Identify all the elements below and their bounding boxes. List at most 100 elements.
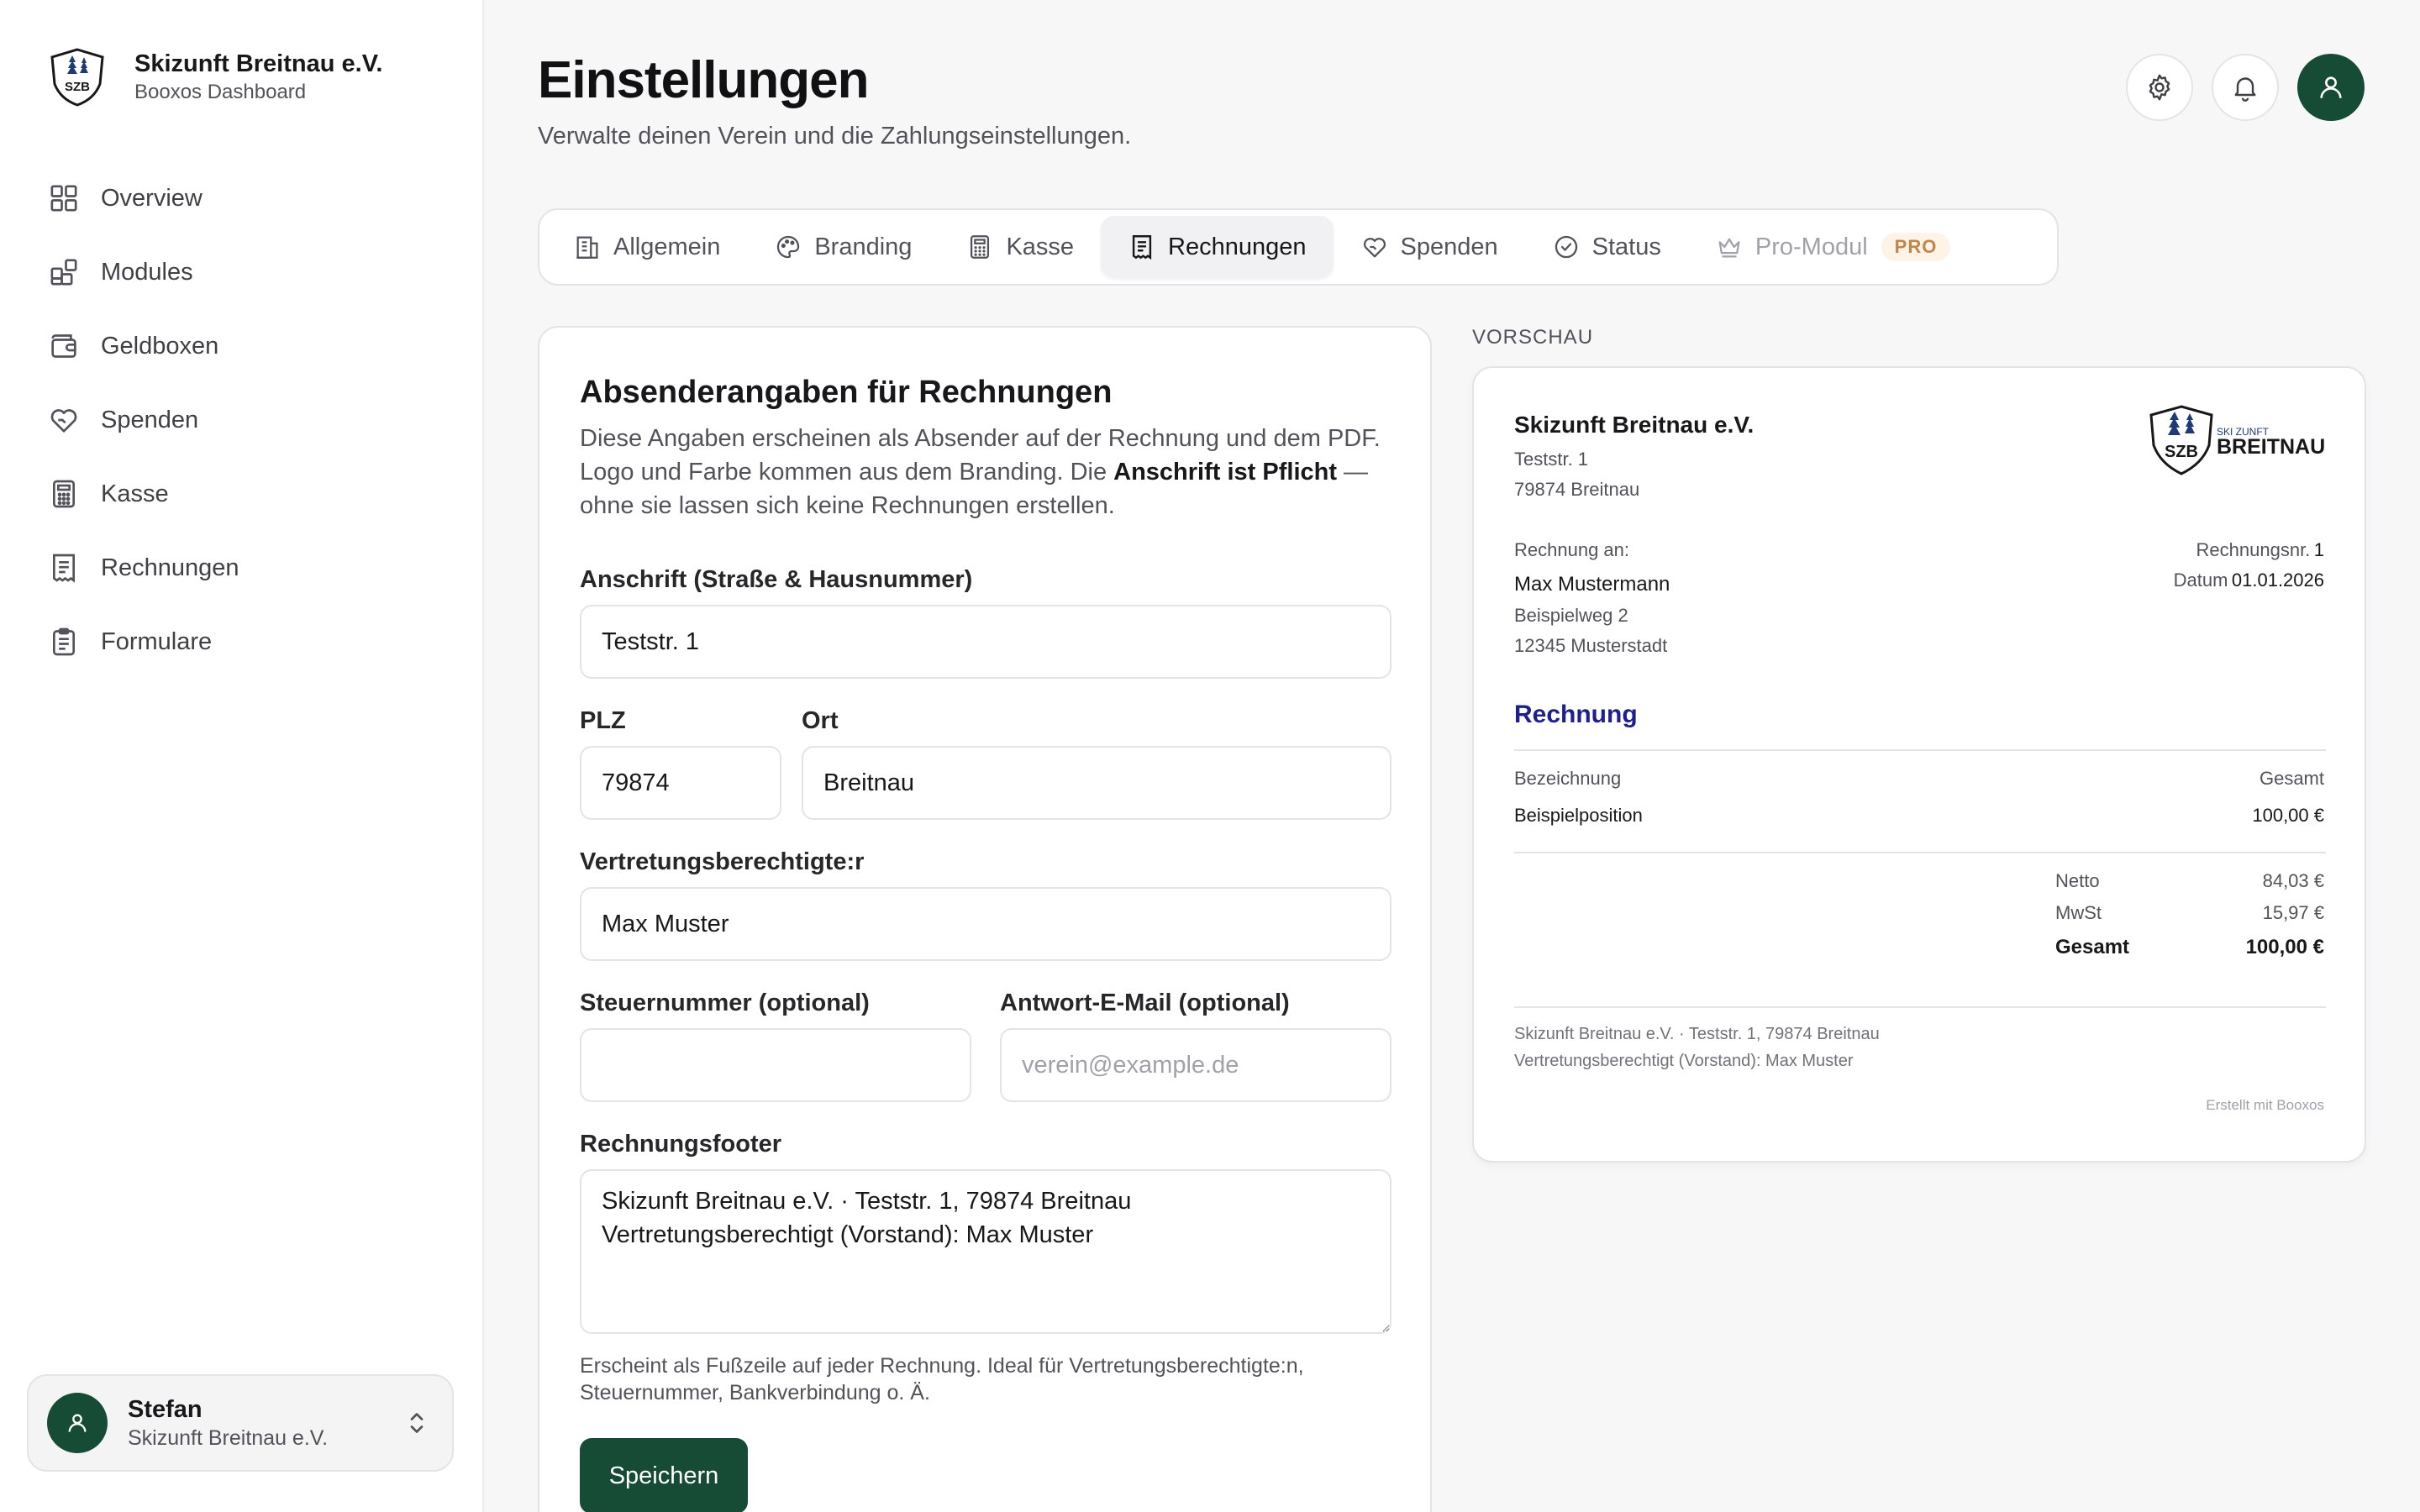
invoice-sender-form: Absenderangaben für Rechnungen Diese Ang…: [538, 326, 1432, 1512]
required-note: Anschrift ist Pflicht: [1113, 459, 1337, 486]
svg-text:SZB: SZB: [65, 80, 90, 94]
tab-allgemein[interactable]: Allgemein: [546, 216, 747, 278]
col-total: Gesamt: [2259, 768, 2324, 789]
preview-org-street: Teststr. 1: [1514, 449, 1589, 470]
user-name: Stefan: [128, 1396, 203, 1423]
tab-label: Rechnungen: [1168, 233, 1307, 260]
divider: [1514, 749, 2326, 751]
tab-label: Kasse: [1006, 233, 1075, 260]
bell-icon: [2234, 77, 2256, 102]
preview-club-logo: SZB SKI ZUNFT BREITNAU: [2149, 405, 2325, 475]
invoice-preview: Skizunft Breitnau e.V. Teststr. 1 79874 …: [1472, 366, 2366, 1163]
sidebar-item-geldboxen[interactable]: Geldboxen: [47, 309, 450, 383]
form-title: Absenderangaben für Rechnungen: [580, 375, 1113, 410]
address-input[interactable]: [580, 605, 1392, 679]
calculator-icon: [971, 235, 990, 259]
bill-to-label: Rechnung an:: [1514, 539, 1629, 560]
building-icon: [576, 236, 598, 259]
page-title: Einstellungen: [538, 51, 869, 109]
wallet-icon: [51, 334, 76, 358]
tab-rechnungen[interactable]: Rechnungen: [1101, 216, 1334, 278]
calculator-icon: [53, 480, 75, 508]
user-switcher[interactable]: Stefan Skizunft Breitnau e.V.: [27, 1374, 454, 1472]
form-description: Diese Angaben erscheinen als Absender au…: [580, 425, 1381, 519]
reply-email-input[interactable]: [1000, 1028, 1392, 1102]
mwst-value: 15,97 €: [2262, 902, 2324, 923]
heart-hand-icon: [1363, 238, 1386, 258]
svg-text:BREITNAU: BREITNAU: [2217, 435, 2325, 459]
preview-footer-line1: Skizunft Breitnau e.V. · Teststr. 1, 798…: [1514, 1025, 1880, 1043]
made-with-note: Erstellt mit Booxos: [2206, 1097, 2324, 1113]
preview-label: VORSCHAU: [1472, 326, 1594, 349]
invoice-number: Rechnungsnr. 1: [2196, 539, 2324, 560]
gesamt-value: 100,00 €: [2245, 936, 2324, 958]
settings-button[interactable]: [2126, 54, 2193, 121]
netto-value: 84,03 €: [2262, 870, 2324, 891]
receipt-icon: [1132, 235, 1152, 260]
invoice-footer-textarea[interactable]: Skizunft Breitnau e.V. · Teststr. 1, 798…: [580, 1169, 1392, 1334]
page-subtitle: Verwalte deinen Verein und die Zahlungse…: [538, 123, 1132, 150]
divider: [1514, 852, 2326, 853]
sidebar-item-formulare[interactable]: Formulare: [47, 605, 450, 679]
settings-tabs: Allgemein Branding Kasse Rechnungen Spen…: [538, 208, 2059, 286]
modules-icon: [50, 259, 77, 286]
line-item-name: Beispielposition: [1514, 805, 1643, 826]
sidebar-item-label: Kasse: [101, 480, 169, 507]
tab-label: Allgemein: [613, 233, 721, 260]
sidebar-item-overview[interactable]: Overview: [47, 161, 450, 235]
clipboard-icon: [53, 627, 75, 656]
user-org: Skizunft Breitnau e.V.: [128, 1426, 329, 1450]
address-label: Anschrift (Straße & Hausnummer): [580, 566, 973, 593]
mwst-label: MwSt: [2055, 902, 2102, 923]
sidebar-item-rechnungen[interactable]: Rechnungen: [47, 531, 450, 605]
org-name: Skizunft Breitnau e.V.: [134, 50, 383, 77]
tab-kasse[interactable]: Kasse: [939, 216, 1101, 278]
sidebar-nav: Overview Modules Geldboxen Spenden Kasse…: [47, 161, 450, 679]
crown-icon: [1718, 238, 1740, 258]
check-circle-icon: [1555, 235, 1577, 259]
reply-email-label: Antwort-E-Mail (optional): [1000, 990, 1290, 1016]
svg-text:SZB: SZB: [2165, 443, 2198, 461]
gear-icon: [2149, 74, 2170, 101]
preview-org-city: 79874 Breitnau: [1514, 479, 1640, 500]
tab-branding[interactable]: Branding: [747, 216, 939, 278]
sidebar-item-spenden[interactable]: Spenden: [47, 383, 450, 457]
invoice-date: Datum 01.01.2026: [2173, 570, 2324, 591]
tab-pro-modul[interactable]: Pro-Modul PRO: [1688, 216, 1977, 278]
tax-number-input[interactable]: [580, 1028, 971, 1102]
notifications-button[interactable]: [2212, 54, 2279, 121]
brand[interactable]: SZB Skizunft Breitnau e.V. Booxos Dashbo…: [47, 47, 382, 108]
org-subtitle: Booxos Dashboard: [134, 81, 307, 103]
plz-input[interactable]: [580, 746, 781, 820]
user-icon: [68, 1414, 87, 1432]
sidebar-item-modules[interactable]: Modules: [47, 235, 450, 309]
receipt-icon: [53, 554, 75, 583]
chevron-up-down-icon: [410, 1413, 424, 1433]
line-item-total: 100,00 €: [2252, 805, 2324, 826]
footer-hint: Erscheint als Fußzeile auf jeder Rechnun…: [580, 1354, 1304, 1404]
ort-label: Ort: [802, 707, 839, 734]
tab-label: Branding: [814, 233, 913, 260]
pro-badge: PRO: [1881, 233, 1951, 261]
tab-label: Status: [1591, 233, 1661, 260]
tax-number-label: Steuernummer (optional): [580, 990, 870, 1016]
sidebar-item-label: Rechnungen: [101, 554, 239, 581]
sidebar-item-label: Formulare: [101, 627, 213, 655]
preview-footer-line2: Vertretungsberechtigt (Vorstand): Max Mu…: [1514, 1052, 1854, 1070]
save-button[interactable]: Speichern: [580, 1438, 748, 1512]
gesamt-label: Gesamt: [2055, 936, 2130, 958]
ort-input[interactable]: [802, 746, 1392, 820]
invoice-footer-label: Rechnungsfooter: [580, 1131, 782, 1158]
tab-spenden[interactable]: Spenden: [1334, 216, 1525, 278]
profile-avatar-button[interactable]: [2297, 54, 2365, 121]
representative-input[interactable]: [580, 887, 1392, 961]
invoice-title: Rechnung: [1514, 701, 1638, 728]
netto-label: Netto: [2055, 870, 2100, 891]
sidebar-item-label: Geldboxen: [101, 332, 219, 360]
tab-label: Pro-Modul: [1754, 233, 1868, 260]
heart-hand-icon: [50, 409, 77, 433]
tab-status[interactable]: Status: [1525, 216, 1688, 278]
sidebar-item-kasse[interactable]: Kasse: [47, 457, 450, 531]
preview-org-name: Skizunft Breitnau e.V.: [1514, 412, 1754, 438]
palette-icon: [777, 235, 800, 259]
